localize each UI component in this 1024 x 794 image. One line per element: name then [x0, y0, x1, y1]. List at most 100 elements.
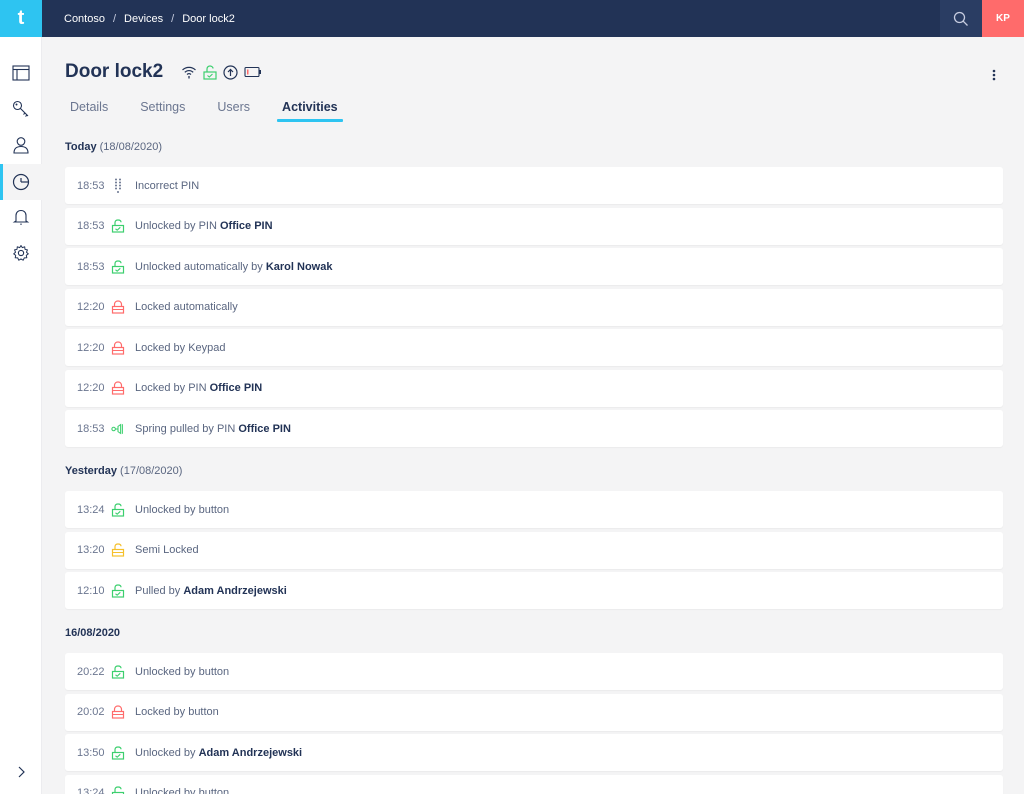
- sidebar-item-keys[interactable]: [0, 91, 42, 127]
- activity-row[interactable]: 18:53 Incorrect PIN: [65, 167, 1003, 204]
- sidebar-item-settings[interactable]: [0, 235, 42, 271]
- activity-description: Locked by button: [135, 706, 219, 718]
- activity-text: Unlocked by Adam Andrzejewski: [135, 747, 302, 759]
- breadcrumb-contoso[interactable]: Contoso: [64, 13, 105, 25]
- sidebar-item-users[interactable]: [0, 127, 42, 163]
- activity-text: Unlocked by PIN Office PIN: [135, 220, 273, 232]
- top-bar: t Contoso / Devices / Door lock2 KP: [0, 0, 1024, 37]
- sidebar-item-dashboard[interactable]: [0, 55, 42, 91]
- group-label: Today: [65, 141, 97, 153]
- activity-subject: Adam Andrzejewski: [198, 746, 303, 759]
- tab-settings[interactable]: Settings: [135, 100, 190, 122]
- activity-text: Locked by PIN Office PIN: [135, 382, 262, 394]
- breadcrumb: Contoso / Devices / Door lock2: [64, 13, 235, 25]
- activity-description: Unlocked by: [135, 746, 199, 759]
- unlocked-status-icon: [203, 64, 217, 80]
- locked-icon: [111, 381, 125, 395]
- more-options-button[interactable]: [986, 67, 1002, 83]
- activity-text: Unlocked by button: [135, 787, 229, 794]
- activity-description: Pulled by: [135, 584, 184, 597]
- activity-text: Spring pulled by PIN Office PIN: [135, 423, 291, 435]
- unlocked-icon: [111, 745, 125, 760]
- page-title: Door lock2: [65, 61, 164, 82]
- keypad-icon: [111, 178, 125, 193]
- activity-time: 12:20: [77, 301, 105, 313]
- user-avatar[interactable]: KP: [982, 0, 1024, 37]
- group-header: Yesterday (17/08/2020): [65, 465, 1003, 478]
- activity-row[interactable]: 12:20 Locked by Keypad: [65, 329, 1003, 366]
- group-date: (17/08/2020): [120, 465, 183, 477]
- activity-time: 18:53: [77, 220, 105, 232]
- activity-row[interactable]: 12:20 Locked by PIN Office PIN: [65, 369, 1003, 407]
- breadcrumb-devices[interactable]: Devices: [124, 13, 163, 25]
- unlocked-icon: [111, 583, 125, 598]
- activity-description: Locked by PIN: [135, 382, 210, 394]
- activity-row[interactable]: 18:53 Unlocked automatically by Karol Now…: [65, 248, 1003, 285]
- device-status-icons: [181, 64, 262, 80]
- pie-chart-icon: [12, 173, 30, 191]
- activity-list: Today (18/08/2020) 18:53 Incorrect PIN 18:5…: [65, 141, 1003, 794]
- activity-description: Semi Locked: [135, 544, 199, 556]
- activity-description: Unlocked by button: [135, 503, 230, 516]
- tab-activities[interactable]: Activities: [277, 100, 343, 122]
- group-header: 16/08/2020: [65, 627, 1003, 640]
- activity-text: Incorrect PIN: [135, 180, 199, 192]
- tab-users[interactable]: Users: [212, 100, 255, 122]
- activity-text: Locked by button: [135, 706, 219, 718]
- activity-description: Unlocked by button: [135, 665, 230, 678]
- expand-sidebar-button[interactable]: [0, 757, 42, 787]
- unlocked-icon: [111, 786, 125, 794]
- activity-time: 18:53: [77, 422, 105, 435]
- search-button[interactable]: [940, 0, 982, 37]
- activity-description: Incorrect PIN: [135, 179, 200, 192]
- unlocked-icon: [111, 219, 125, 233]
- activity-time: 20:22: [77, 665, 105, 678]
- activity-description: Locked automatically: [135, 301, 238, 313]
- key-icon: [12, 100, 29, 117]
- activity-row[interactable]: 20:02 Locked by button: [65, 693, 1003, 731]
- spring-pulled-icon: [111, 422, 125, 436]
- activity-row[interactable]: 13:24 Unlocked by button: [65, 774, 1003, 794]
- search-icon: [953, 11, 968, 26]
- activity-row[interactable]: 13:20 Semi Locked: [65, 531, 1003, 569]
- kebab-menu-icon: [992, 69, 996, 81]
- activity-row[interactable]: 13:24 Unlocked by button: [65, 491, 1003, 528]
- bell-icon: [12, 209, 30, 225]
- activity-text: Unlocked by button: [135, 666, 229, 678]
- user-icon: [13, 137, 29, 154]
- breadcrumb-current: Door lock2: [182, 12, 235, 25]
- sidebar-item-activity[interactable]: [0, 164, 42, 200]
- activity-row[interactable]: 18:53 Spring pulled by PIN Office PIN: [65, 410, 1003, 447]
- layout-icon: [12, 65, 30, 81]
- activity-description: Spring pulled by PIN: [135, 422, 239, 435]
- activity-subject: Karol Nowak: [265, 260, 333, 273]
- activity-description: Unlocked automatically by: [135, 260, 266, 273]
- activity-row[interactable]: 12:10 Pulled by Adam Andrzejewski: [65, 572, 1003, 609]
- activity-time: 20:02: [77, 706, 105, 718]
- activity-time: 18:53: [77, 260, 105, 273]
- activity-group: Today (18/08/2020) 18:53 Incorrect PIN 18:5…: [65, 141, 1003, 447]
- activity-text: Unlocked by button: [135, 504, 229, 516]
- sidebar-item-notifications[interactable]: [0, 199, 42, 235]
- activity-time: 13:50: [77, 746, 105, 759]
- activity-time: 13:24: [77, 503, 105, 516]
- activity-subject: Office PIN: [209, 382, 263, 394]
- activity-row[interactable]: 20:22 Unlocked by button: [65, 653, 1003, 690]
- chevron-right-icon: [18, 766, 25, 778]
- semi-locked-icon: [111, 543, 125, 557]
- activity-row[interactable]: 18:53 Unlocked by PIN Office PIN: [65, 207, 1003, 245]
- logo-letter: t: [17, 7, 25, 29]
- group-label: 16/08/2020: [65, 627, 121, 639]
- tab-details[interactable]: Details: [65, 100, 113, 122]
- app-logo[interactable]: t: [0, 0, 42, 37]
- device-header: Door lock2: [65, 61, 262, 83]
- unlocked-icon: [111, 664, 125, 679]
- activity-text: Pulled by Adam Andrzejewski: [135, 585, 287, 597]
- activity-row[interactable]: 13:50 Unlocked by Adam Andrzejewski: [65, 734, 1003, 771]
- activity-time: 13:20: [77, 544, 105, 556]
- breadcrumb-separator: /: [112, 12, 117, 25]
- activity-row[interactable]: 12:20 Locked automatically: [65, 288, 1003, 326]
- activity-time: 13:24: [77, 787, 105, 794]
- activity-text: Unlocked automatically by Karol Nowak: [135, 261, 332, 273]
- breadcrumb-separator: /: [171, 12, 175, 25]
